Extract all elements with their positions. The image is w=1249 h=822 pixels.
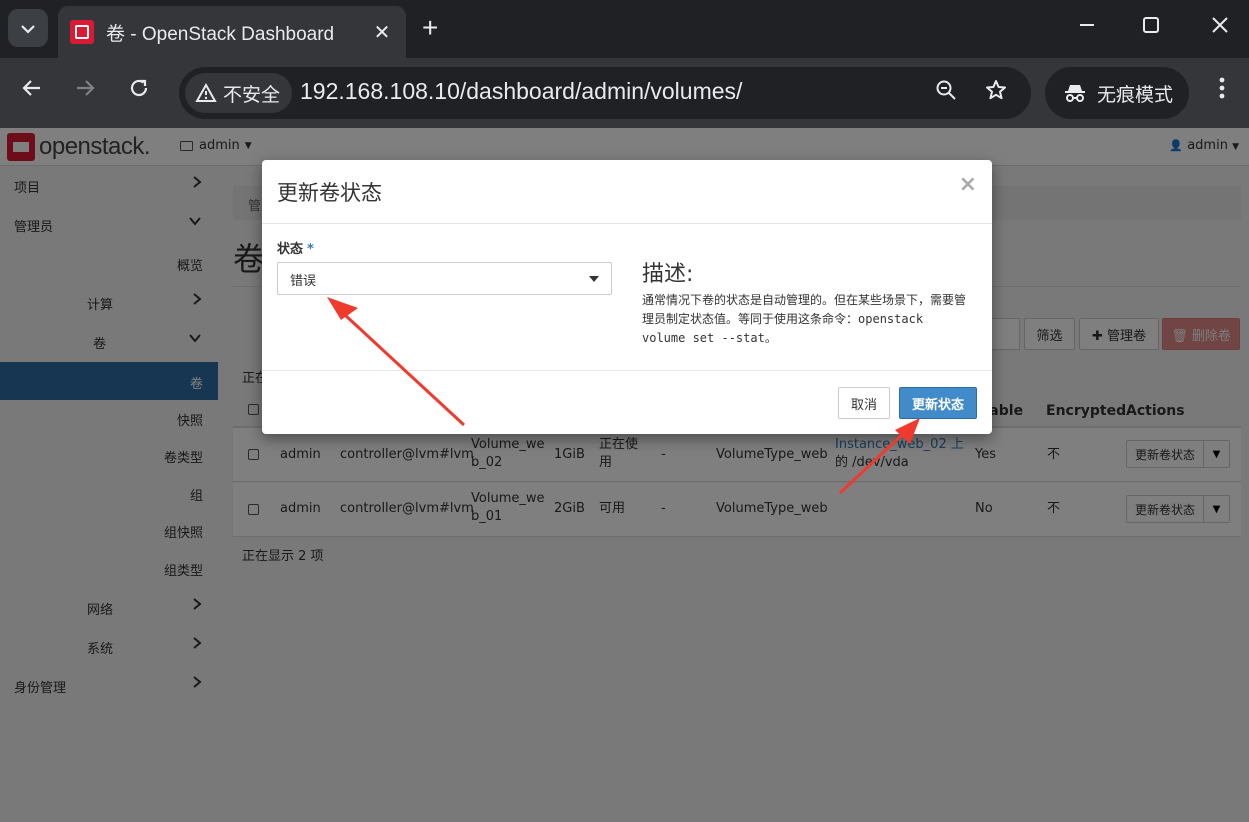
url-text[interactable]: 192.168.108.10/dashboard/admin/volumes/ (300, 78, 742, 105)
browser-tab-active[interactable]: 卷 - OpenStack Dashboard ✕ (58, 6, 406, 58)
incognito-label: 无痕模式 (1097, 83, 1174, 106)
description-text: 通常情况下卷的状态是自动管理的。但在某些场景下，需要管理员制定状态值。等同于使用… (642, 291, 972, 348)
tab-close-icon[interactable]: ✕ (370, 20, 394, 44)
description-end: 。 (764, 331, 777, 345)
browser-toolbar: 不安全 192.168.108.10/dashboard/admin/volum… (0, 58, 1249, 128)
reload-icon[interactable] (121, 76, 157, 108)
modal-title: 更新卷状态 (277, 181, 382, 205)
star-icon[interactable] (981, 78, 1011, 108)
incognito-icon (1063, 81, 1087, 105)
chevron-down-icon (20, 19, 36, 38)
tab-title: 卷 - OpenStack Dashboard (106, 23, 335, 45)
required-mark: * (307, 242, 314, 257)
maximize-icon[interactable] (1136, 14, 1166, 40)
update-status-submit-button[interactable]: 更新状态 (899, 387, 977, 419)
address-bar[interactable]: 不安全 192.168.108.10/dashboard/admin/volum… (179, 67, 1031, 119)
openstack-favicon-icon (70, 20, 94, 44)
status-select-value: 错误 (290, 274, 317, 289)
tab-search-button[interactable] (8, 9, 48, 47)
modal-footer: 取消 更新状态 (262, 370, 992, 434)
back-icon[interactable] (14, 76, 50, 108)
kebab-menu-icon[interactable] (1208, 76, 1236, 106)
security-label: 不安全 (223, 83, 281, 106)
update-status-modal: 更新卷状态 × 状态 * 错误 描述: 通常情况下卷的状态是自动管理的。但在某些场… (262, 160, 992, 434)
incognito-chip[interactable]: 无痕模式 (1045, 67, 1189, 119)
browser-tabbar: 卷 - OpenStack Dashboard ✕ + (0, 0, 1249, 58)
forward-icon[interactable] (67, 76, 103, 108)
close-icon[interactable]: × (959, 172, 977, 197)
warning-icon (195, 83, 217, 103)
page-viewport: openstack. admin ▼ 👤 admin ▼ 项目 管理员 概览 计… (0, 128, 1249, 822)
description-title: 描述: (642, 262, 694, 287)
modal-header: 更新卷状态 × (262, 160, 992, 224)
status-field-label: 状态 * (277, 238, 314, 257)
cancel-button[interactable]: 取消 (838, 387, 890, 419)
status-select[interactable]: 错误 (277, 262, 612, 295)
caret-down-icon (589, 276, 599, 282)
security-chip[interactable]: 不安全 (185, 73, 293, 113)
new-tab-button[interactable]: + (422, 12, 438, 44)
minimize-icon[interactable] (1072, 14, 1102, 40)
close-icon[interactable] (1205, 14, 1235, 40)
status-label-text: 状态 (277, 242, 304, 257)
zoom-icon[interactable] (931, 78, 961, 108)
